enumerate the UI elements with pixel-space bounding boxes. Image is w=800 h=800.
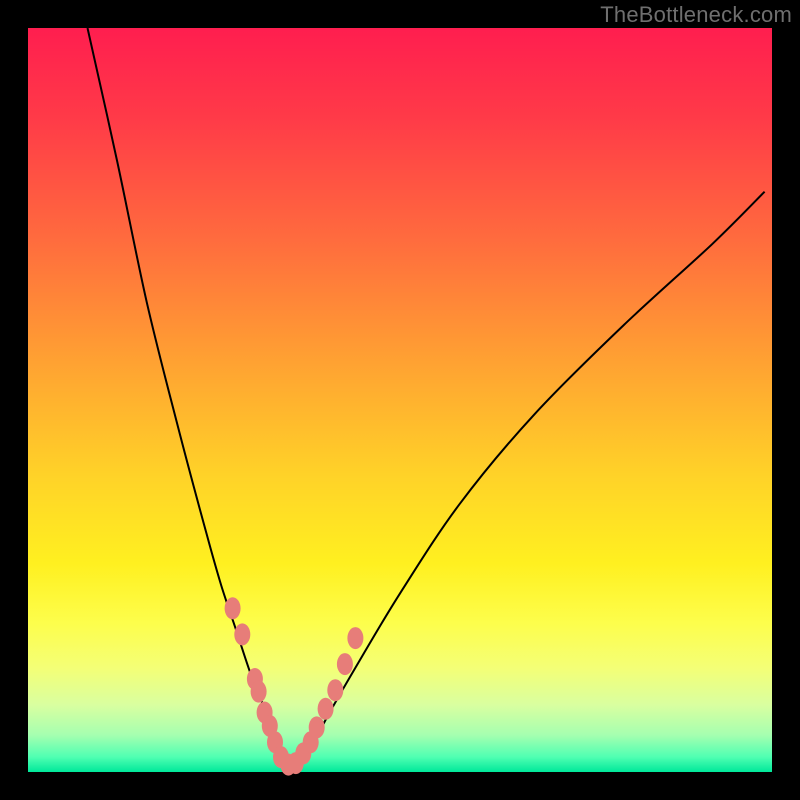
curve-svg [28,28,772,772]
plot-area [28,28,772,772]
marker-dot [309,716,325,738]
marker-dot [234,623,250,645]
marker-dot [225,597,241,619]
marker-dot [327,679,343,701]
marker-dot [318,698,334,720]
bottleneck-curve [88,28,765,766]
marker-dot [347,627,363,649]
marker-dot [251,681,267,703]
watermark-text: TheBottleneck.com [600,2,792,28]
chart-frame: TheBottleneck.com [0,0,800,800]
highlight-markers [225,597,364,775]
marker-dot [337,653,353,675]
